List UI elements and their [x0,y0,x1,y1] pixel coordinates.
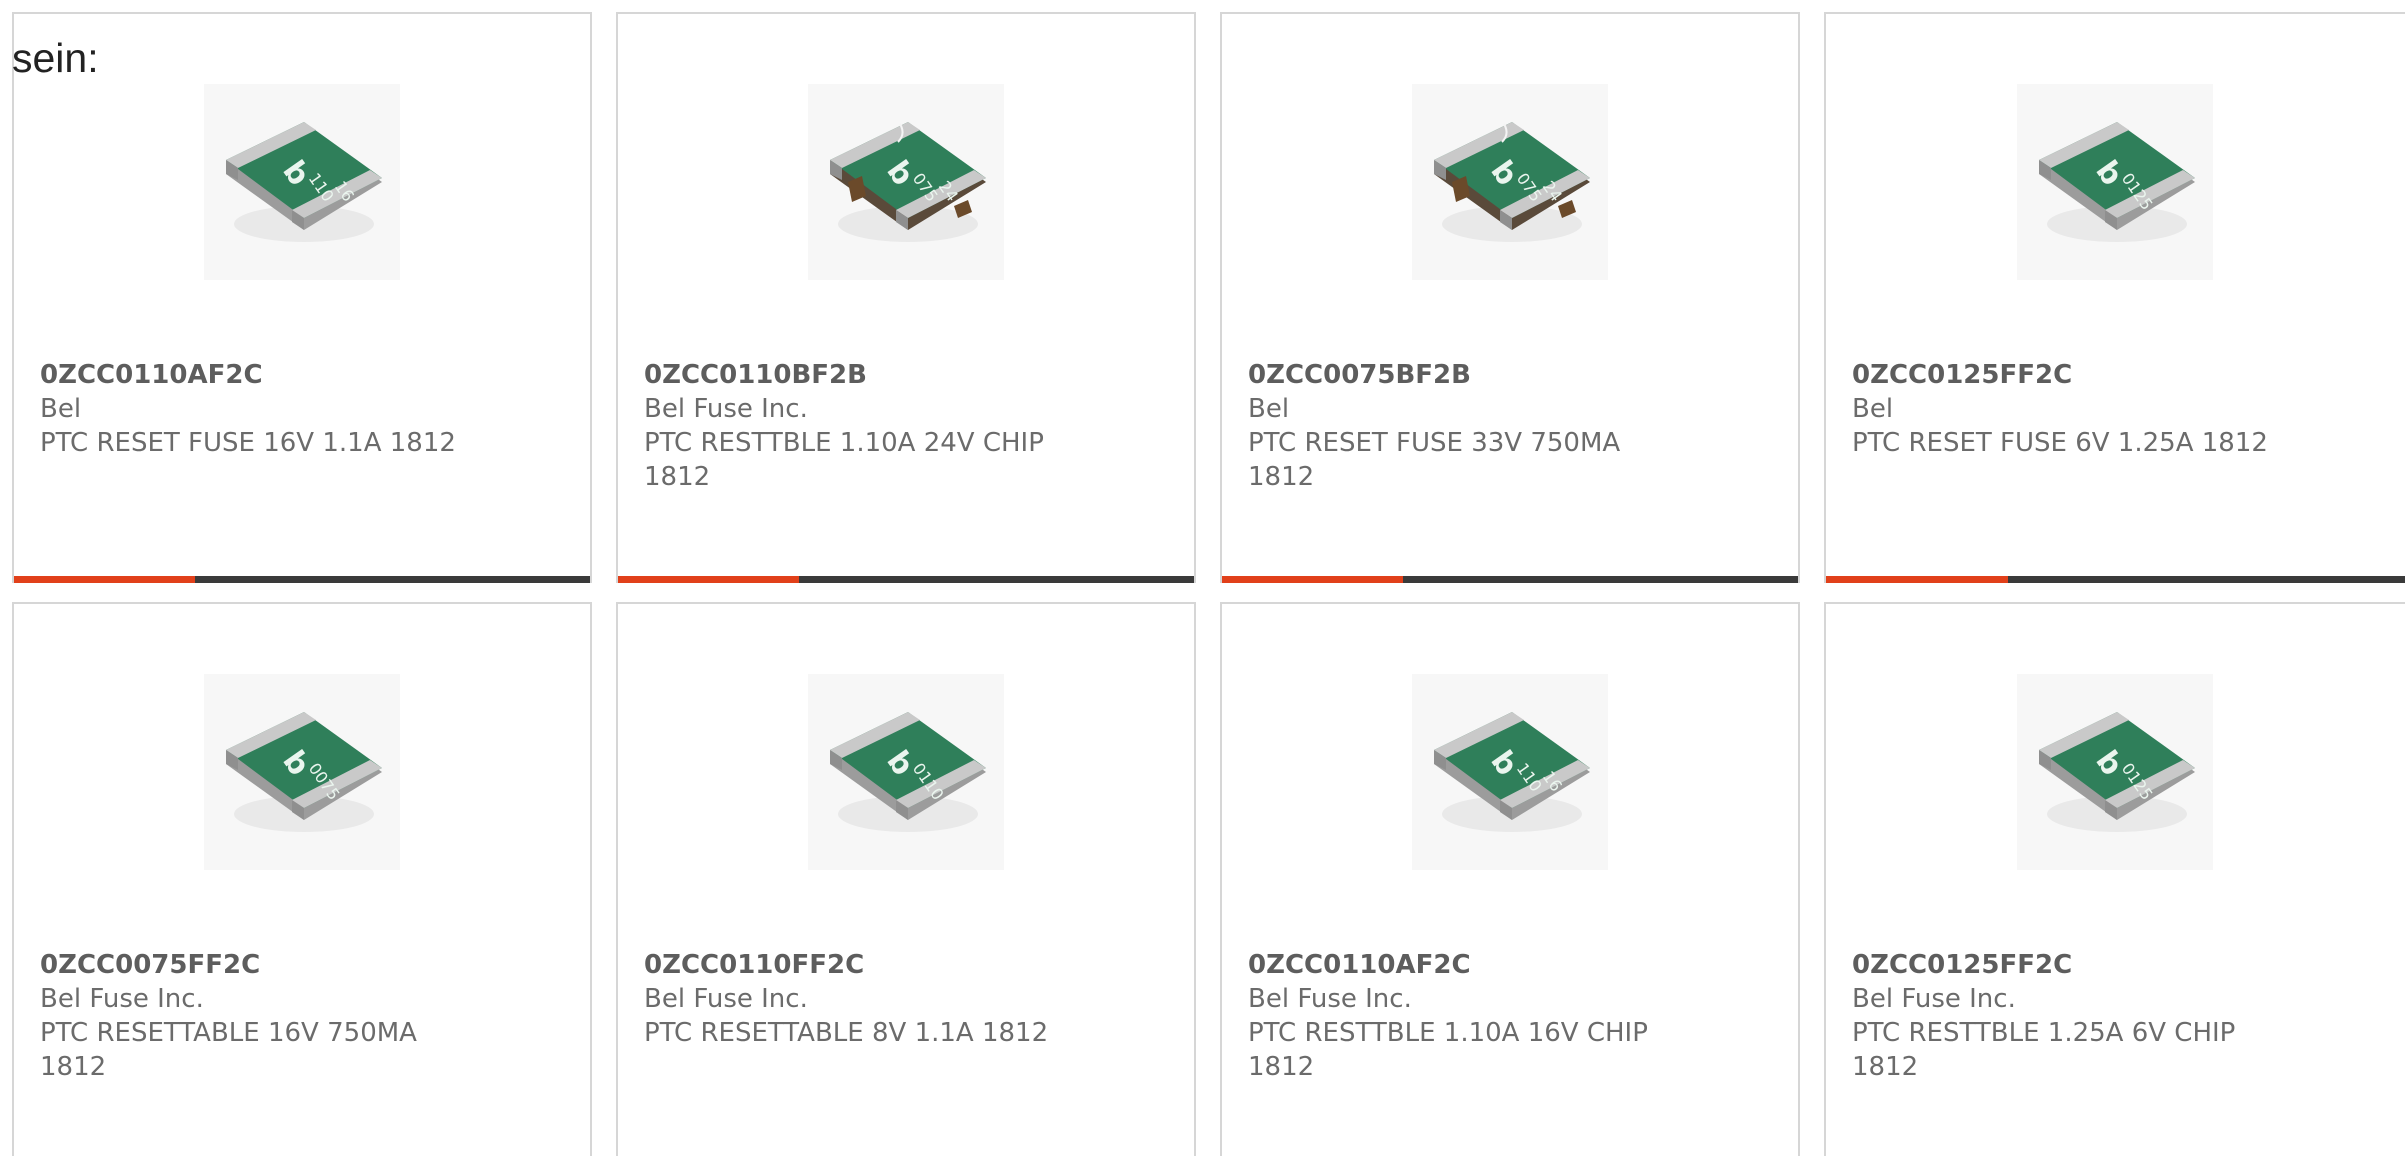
chip-illustration: b07524 [830,122,986,242]
chip-illustration: b11016 [226,122,382,242]
product-image: b 0075 [204,674,400,870]
card-accent-bar [1222,576,1798,583]
chip-illustration: b11016 [1434,712,1590,832]
manufacturer: Bel Fuse Inc. [644,394,808,424]
description: PTC RESTTBLE 1.25A 6V CHIP 1812 [1852,1018,2236,1082]
card-accent-fill [14,576,196,583]
product-info: 0ZCC0110FF2C Bel Fuse Inc. PTC RESETTABL… [644,948,1174,1050]
product-card[interactable]: b 110 16 0ZCC0110AF2C Bel PTC RESET FUSE 1… [12,12,592,583]
part-number[interactable]: 0ZCC0110FF2C [644,948,1174,982]
product-info: 0ZCC0110AF2C Bel Fuse Inc. PTC RESTTBLE … [1248,948,1778,1084]
product-info: 0ZCC0125FF2C Bel PTC RESET FUSE 6V 1.25A… [1852,358,2385,460]
intro-text: sein: [12,35,99,81]
product-info: 0ZCC0125FF2C Bel Fuse Inc. PTC RESTTBLE … [1852,948,2385,1084]
product-info: 0ZCC0110AF2C Bel PTC RESET FUSE 16V 1.1A… [40,358,570,460]
product-image: b 0110 [808,674,1004,870]
card-accent-bar [1826,576,2405,583]
product-info: 0ZCC0075BF2B Bel PTC RESET FUSE 33V 750M… [1248,358,1778,494]
manufacturer: Bel Fuse Inc. [1248,984,1412,1014]
product-card[interactable]: b 110 16 0ZCC0110AF2C Bel Fuse Inc. PTC RE… [1220,602,1800,1156]
description: PTC RESTTBLE 1.10A 24V CHIP 1812 [644,428,1044,492]
card-accent-bar [14,576,590,583]
chip-illustration: b0125 [2038,712,2195,832]
part-number[interactable]: 0ZCC0075FF2C [40,948,570,982]
description: PTC RESET FUSE 33V 750MA 1812 [1248,428,1621,492]
description: PTC RESETTABLE 8V 1.1A 1812 [644,1018,1049,1048]
card-accent-fill [1826,576,2009,583]
manufacturer: Bel Fuse Inc. [40,984,204,1014]
product-image: b 110 16 [204,84,400,280]
product-card[interactable]: b 0110 0ZCC0110FF2C Bel Fuse Inc. PTC RES… [616,602,1196,1156]
product-image: b 0125 [2016,84,2213,280]
description: PTC RESET FUSE 16V 1.1A 1812 [40,428,456,458]
manufacturer: Bel [1248,394,1290,424]
card-accent-fill [618,576,800,583]
product-card[interactable]: b 0075 0ZCC0075FF2C Bel Fuse Inc. PTC RES… [12,602,592,1156]
product-image: b 110 16 [1412,674,1608,870]
manufacturer: Bel Fuse Inc. [644,984,808,1014]
product-grid-page: sein: b 110 16 0ZCC0110AF2C Bel PTC RESET … [0,0,2405,1156]
chip-illustration: b07524 [1434,122,1590,242]
product-info: 0ZCC0110BF2B Bel Fuse Inc. PTC RESTTBLE … [644,358,1174,494]
manufacturer: Bel Fuse Inc. [1852,984,2016,1014]
chip-illustration: b0125 [2038,122,2195,242]
product-image: b 075 24 [1412,84,1608,280]
chip-illustration: b0075 [226,712,382,832]
part-number[interactable]: 0ZCC0075BF2B [1248,358,1778,392]
product-card[interactable]: b 0125 0ZCC0125FF2C Bel PTC RESET FUSE 6V… [1824,12,2405,583]
chip-illustration: b0110 [830,712,986,832]
description: PTC RESTTBLE 1.10A 16V CHIP 1812 [1248,1018,1648,1082]
part-number[interactable]: 0ZCC0110BF2B [644,358,1174,392]
part-number[interactable]: 0ZCC0110AF2C [40,358,570,392]
card-accent-bar [618,576,1194,583]
part-number[interactable]: 0ZCC0110AF2C [1248,948,1778,982]
card-accent-fill [1222,576,1404,583]
manufacturer: Bel [1852,394,1894,424]
manufacturer: Bel [40,394,82,424]
part-number[interactable]: 0ZCC0125FF2C [1852,358,2385,392]
product-info: 0ZCC0075FF2C Bel Fuse Inc. PTC RESETTABL… [40,948,570,1084]
description: PTC RESET FUSE 6V 1.25A 1812 [1852,428,2268,458]
product-card[interactable]: b 075 24 0ZCC0110BF2B Bel Fuse Inc. PTC RE… [616,12,1196,583]
product-image: b 0125 [2016,674,2213,870]
product-card[interactable]: b 075 24 0ZCC0075BF2B Bel PTC RESET FUSE 3… [1220,12,1800,583]
part-number[interactable]: 0ZCC0125FF2C [1852,948,2385,982]
product-card[interactable]: b 0125 0ZCC0125FF2C Bel Fuse Inc. PTC RES… [1824,602,2405,1156]
product-image: b 075 24 [808,84,1004,280]
description: PTC RESETTABLE 16V 750MA 1812 [40,1018,417,1082]
